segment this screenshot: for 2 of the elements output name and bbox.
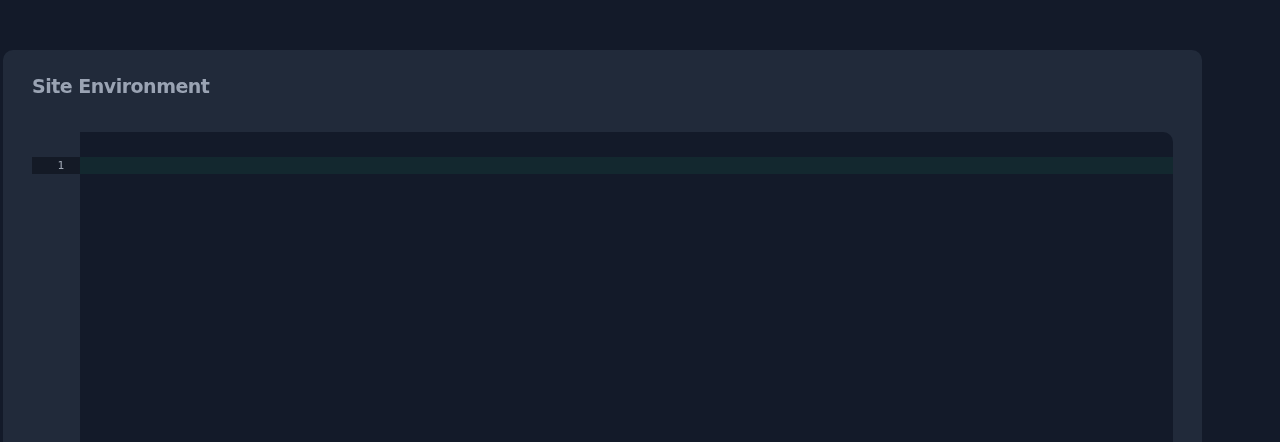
card-title: Site Environment [32,74,211,98]
line-number: 1 [32,157,80,174]
